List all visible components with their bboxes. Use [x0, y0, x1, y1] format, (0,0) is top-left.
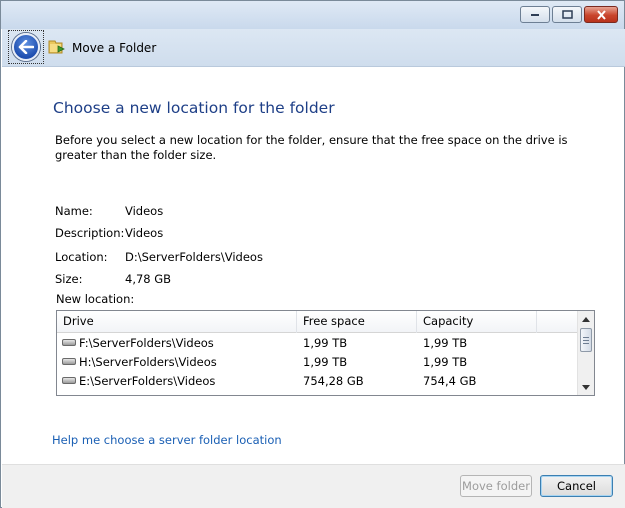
drive-cell: F:\ServerFolders\Videos [62, 334, 214, 353]
scroll-down-button[interactable] [578, 379, 594, 395]
hard-drive-icon [62, 358, 76, 365]
drive-path: F:\ServerFolders\Videos [79, 336, 214, 350]
folder-move-icon [48, 38, 66, 59]
hard-drive-icon [62, 377, 76, 384]
description-value: Videos [125, 226, 164, 240]
maximize-icon [561, 10, 573, 19]
close-icon [596, 9, 606, 20]
column-header-free-space[interactable]: Free space [297, 311, 417, 333]
table-row[interactable]: E:\ServerFolders\Videos 754,28 GB 754,4 … [57, 372, 577, 391]
cancel-button[interactable]: Cancel [540, 475, 613, 497]
caption-buttons [520, 6, 618, 23]
free-space-cell: 1,99 TB [303, 336, 348, 350]
scroll-up-button[interactable] [578, 311, 594, 327]
drive-path: E:\ServerFolders\Videos [79, 374, 216, 388]
title-bar[interactable] [1, 1, 624, 29]
drive-path: H:\ServerFolders\Videos [79, 355, 217, 369]
location-label: Location: [55, 250, 108, 264]
free-space-cell: 754,28 GB [303, 374, 364, 388]
capacity-cell: 1,99 TB [423, 336, 468, 350]
vertical-scrollbar[interactable] [577, 311, 594, 395]
new-location-list[interactable]: Drive Free space Capacity F:\ServerFolde… [56, 310, 595, 396]
back-button[interactable] [12, 33, 40, 61]
move-folder-window: Move a Folder Choose a new location for … [0, 0, 625, 508]
column-header-capacity[interactable]: Capacity [417, 311, 537, 333]
window-title: Move a Folder [72, 41, 157, 55]
hard-drive-icon [62, 339, 76, 346]
button-bar: Move folder Cancel [2, 464, 625, 508]
capacity-cell: 754,4 GB [423, 374, 477, 388]
table-row[interactable]: H:\ServerFolders\Videos 1,99 TB 1,99 TB [57, 353, 577, 372]
close-button[interactable] [584, 6, 618, 23]
minimize-icon [531, 13, 539, 16]
list-header: Drive Free space Capacity [57, 311, 577, 333]
location-value: D:\ServerFolders\Videos [125, 250, 263, 264]
chevron-down-icon [582, 384, 590, 390]
minimize-button[interactable] [520, 6, 550, 23]
drive-cell: H:\ServerFolders\Videos [62, 353, 217, 372]
description-label: Description: [55, 226, 125, 240]
name-label: Name: [55, 204, 93, 218]
column-header-drive[interactable]: Drive [57, 311, 297, 333]
maximize-button[interactable] [552, 6, 582, 23]
drive-cell: E:\ServerFolders\Videos [62, 372, 215, 391]
size-label: Size: [55, 272, 83, 286]
capacity-cell: 1,99 TB [423, 355, 468, 369]
free-space-cell: 1,99 TB [303, 355, 348, 369]
table-row[interactable]: F:\ServerFolders\Videos 1,99 TB 1,99 TB [57, 334, 577, 353]
size-value: 4,78 GB [125, 272, 172, 286]
arrow-left-icon [18, 40, 34, 54]
new-location-label: New location: [56, 292, 135, 306]
scroll-thumb[interactable] [580, 328, 592, 352]
help-link[interactable]: Help me choose a server folder location [52, 433, 282, 447]
chevron-up-icon [582, 316, 590, 322]
move-folder-button[interactable]: Move folder [460, 475, 532, 497]
name-value: Videos [125, 204, 164, 218]
page-heading: Choose a new location for the folder [53, 99, 335, 117]
navigation-bar: Move a Folder [2, 29, 625, 67]
intro-text: Before you select a new location for the… [55, 133, 568, 162]
